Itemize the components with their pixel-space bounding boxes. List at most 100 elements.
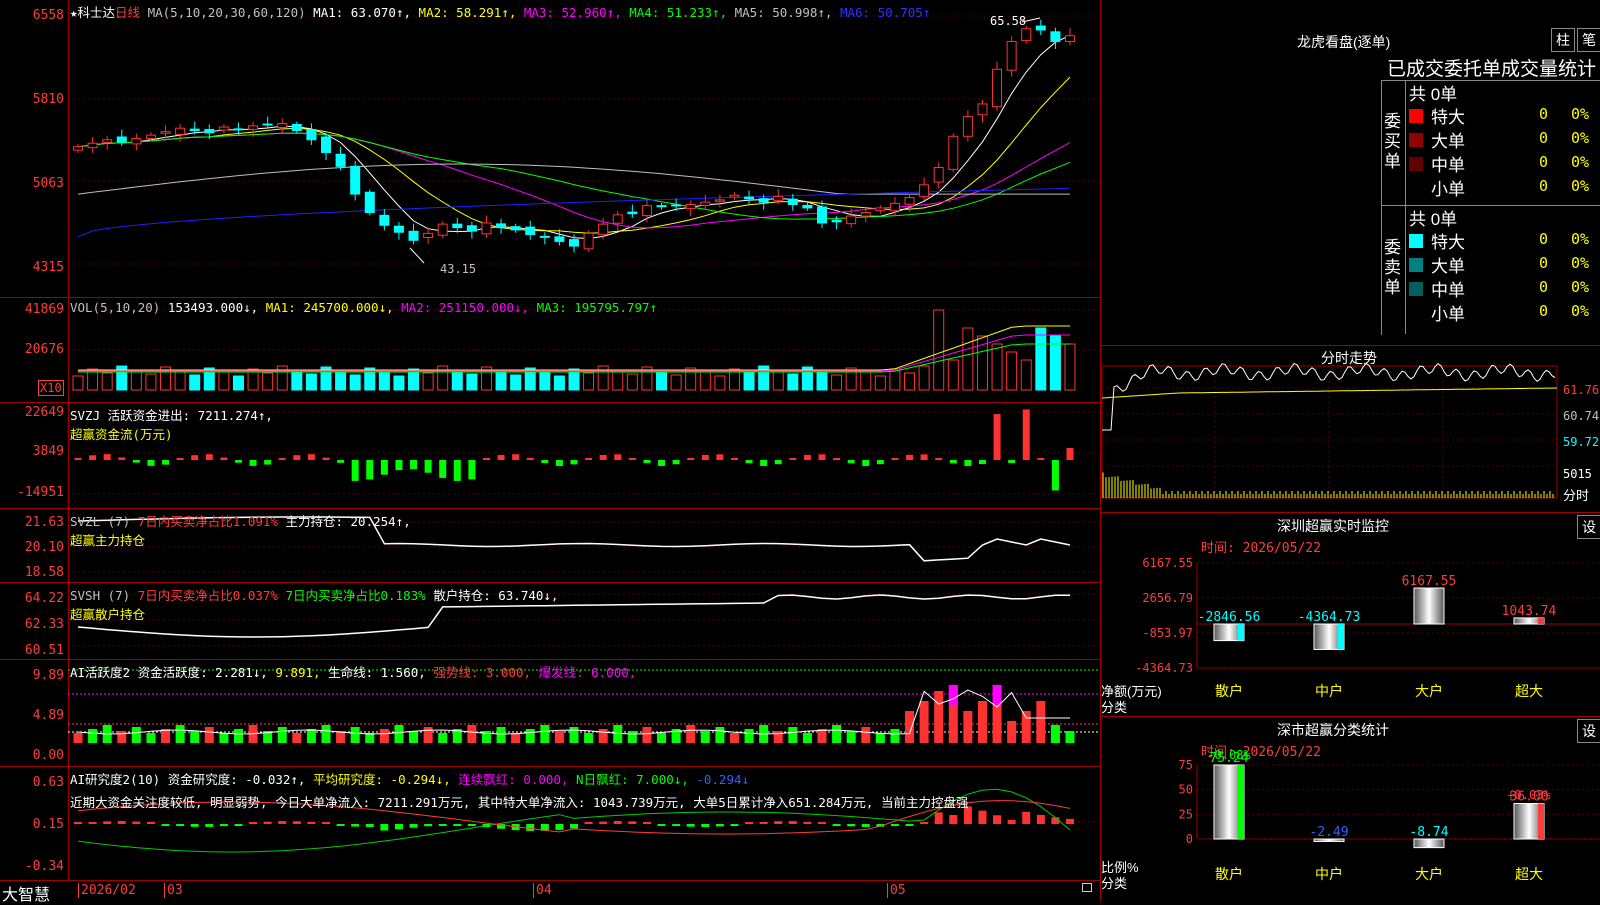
volume-bar bbox=[539, 371, 551, 391]
intraday-chart[interactable] bbox=[1101, 346, 1600, 513]
candle-body bbox=[612, 214, 623, 224]
research-bar bbox=[278, 821, 287, 824]
delta-label: -0.08% bbox=[1207, 748, 1251, 762]
flow-bar bbox=[730, 457, 738, 460]
bar-tick: 6167.55 bbox=[1142, 556, 1193, 570]
order-qty: 0 bbox=[1539, 177, 1549, 195]
period-label[interactable]: 日线 bbox=[115, 5, 140, 20]
ai-activity-panel[interactable]: 9.89 4.89 0.00 AI活跃度2 资金活跃度: 2.281↓, 9.8… bbox=[0, 660, 1100, 767]
monitor-panel[interactable]: 深圳超赢实时监控 设 时间: 2026/05/22 6167.55 2656.79… bbox=[1100, 512, 1600, 717]
volume-bar bbox=[378, 371, 390, 391]
price-chart[interactable] bbox=[0, 0, 1100, 297]
intraday-tick: 61.76 bbox=[1563, 383, 1600, 397]
flow-bar bbox=[701, 454, 709, 460]
svsh-panel[interactable]: 64.22 62.33 60.51 SVSH (7) 7日内买卖净占比0.037… bbox=[0, 583, 1100, 660]
volume-bar bbox=[860, 371, 872, 391]
volume-bar bbox=[174, 370, 186, 391]
research-bar bbox=[453, 824, 462, 826]
activity-bar bbox=[686, 725, 696, 743]
svzj-panel[interactable]: 22649 3849 -14951 SVZJ 活跃资金进出: 7211.274↑… bbox=[0, 403, 1100, 509]
svzj-header: SVZJ 活跃资金进出: 7211.274↑, 超赢资金流(万元) bbox=[70, 405, 273, 443]
activity-bar bbox=[321, 725, 331, 743]
volume-bar bbox=[495, 370, 507, 391]
activity-bar bbox=[175, 725, 185, 743]
ma-item-2: MA2: 251150.000↓, bbox=[393, 300, 530, 315]
activity-bar bbox=[394, 725, 404, 743]
flow-bar bbox=[424, 460, 432, 473]
order-qty: 0 bbox=[1539, 302, 1549, 320]
research-panel[interactable]: 0.63 0.15 -0.34 AI研究度2(10) 资金研究度: -0.032… bbox=[0, 767, 1100, 880]
intraday-panel[interactable]: 分时走势 61.76 60.74 59.72 5015 分时 bbox=[1100, 345, 1600, 513]
research-bar bbox=[847, 824, 856, 827]
research-bar bbox=[949, 815, 958, 824]
volume-panel[interactable]: 41869 20676 X10 VOL(5,10,20) 153493.000↓… bbox=[0, 298, 1100, 403]
research-bar bbox=[351, 824, 360, 827]
volume-bar bbox=[262, 372, 274, 391]
candle-body bbox=[948, 135, 959, 170]
research-bar bbox=[424, 824, 433, 827]
order-col-divider bbox=[1405, 80, 1406, 334]
flow-bar bbox=[512, 454, 520, 460]
svzl-panel[interactable]: 21.63 20.10 18.58 SVZL (7) 7日内买卖净占比1.091… bbox=[0, 509, 1100, 583]
research-bar bbox=[628, 821, 637, 824]
order-type-label: 大单 bbox=[1431, 132, 1465, 151]
stats-tabs[interactable]: 已成交委托单成交量统计 bbox=[1387, 54, 1596, 81]
volume-bar bbox=[947, 359, 959, 391]
intraday-tick: 分时 bbox=[1563, 488, 1590, 503]
category-label: 散户 bbox=[1215, 683, 1243, 699]
volume-bar bbox=[933, 309, 945, 391]
activity-bar bbox=[204, 727, 214, 743]
research-bar bbox=[409, 824, 418, 828]
activity-bar bbox=[905, 711, 915, 743]
order-pct: 0% bbox=[1571, 129, 1590, 147]
research-bar bbox=[103, 821, 112, 824]
stock-name[interactable]: 科士达 bbox=[78, 5, 116, 20]
volume-bar bbox=[232, 375, 244, 391]
candle-body bbox=[262, 123, 273, 126]
volume-bar bbox=[787, 373, 799, 391]
bar-tick: 25 bbox=[1179, 807, 1193, 821]
research-bar bbox=[934, 812, 943, 824]
lock-icon[interactable] bbox=[1082, 883, 1092, 892]
activity-bar bbox=[554, 731, 564, 743]
activity-bar bbox=[1021, 711, 1031, 743]
candle-body bbox=[306, 129, 317, 141]
activity-bar bbox=[642, 727, 652, 743]
classify-chart[interactable]: 755025075.24散户-2.49中户-8.74大户36.00超大-0.08… bbox=[1101, 717, 1600, 901]
activity-bar bbox=[875, 733, 885, 743]
svsh-green: 7日内买卖净占比0.183% bbox=[285, 588, 426, 603]
pen-mode-button[interactable]: 笔 bbox=[1577, 28, 1600, 52]
candle-body bbox=[977, 103, 988, 116]
activity-bar bbox=[292, 733, 302, 743]
activity-bar bbox=[802, 733, 812, 743]
ma-item-1: MA1: 245700.000↓, bbox=[265, 300, 394, 315]
low-label: 43.15 bbox=[440, 262, 477, 276]
research-bar bbox=[1007, 819, 1016, 824]
volume-bar bbox=[291, 369, 303, 391]
low-pointer bbox=[409, 247, 425, 264]
category-bar-edge bbox=[1538, 803, 1544, 839]
volume-bar bbox=[101, 372, 113, 391]
flow-bar bbox=[876, 460, 884, 465]
classify-panel[interactable]: 深市超赢分类统计 设 时间: 2026/05/22 75 50 25 0 75.24 散户… bbox=[1100, 716, 1600, 901]
svzl-label: SVZL (7) bbox=[70, 514, 131, 529]
price-panel[interactable]: 6558 5810 5063 4315 ★科士达日线 MA(5,10,20,30… bbox=[0, 0, 1100, 298]
svsh-header: SVSH (7) 7日内买卖净占比0.037% 7日内买卖净占比0.183% 散… bbox=[70, 585, 558, 623]
category-label: 中户 bbox=[1315, 866, 1343, 882]
candle-body bbox=[583, 232, 594, 250]
candle-body bbox=[525, 226, 536, 236]
flow-bar bbox=[410, 460, 418, 470]
order-type-label: 小单 bbox=[1431, 180, 1465, 199]
flow-bar bbox=[468, 460, 476, 480]
bar-mode-button[interactable]: 柱 bbox=[1551, 28, 1575, 52]
flow-bar bbox=[555, 460, 563, 466]
research-bar bbox=[832, 824, 841, 826]
dragon-tiger-panel: 龙虎看盘(逐单) 柱 笔 已成交委托单成交量统计 委买单 委卖单 共 0单 共 … bbox=[1100, 0, 1600, 345]
research-bar bbox=[890, 824, 899, 826]
flow-bar bbox=[570, 460, 578, 465]
research-comment: 近期大资金关注度较低, 明显弱势, 今日大单净流入: 7211.291万元, 其… bbox=[70, 795, 969, 810]
monitor-chart[interactable]: 6167.55 2656.79 -853.97 -4364.73 -2846.56 散户 -… bbox=[1101, 513, 1600, 717]
activity-bar bbox=[379, 729, 389, 743]
candle-body bbox=[817, 206, 827, 224]
order-type-label: 中单 bbox=[1431, 156, 1465, 175]
